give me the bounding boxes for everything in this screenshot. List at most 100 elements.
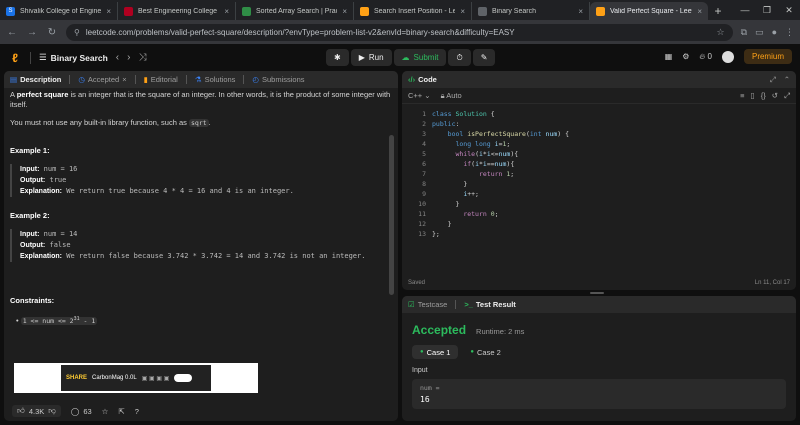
result-panel: ☑ Testcase >_ Test Result Accepted Runtime… [402,296,796,421]
premium-button[interactable]: Premium [743,49,792,64]
comments-button[interactable]: ◯ 63 [71,407,92,416]
case-2-button[interactable]: ● Case 2 [462,345,508,359]
browser-tab-title: Binary Search [492,7,536,15]
close-tab-icon[interactable]: × [460,7,465,16]
help-icon[interactable]: ? [135,407,139,416]
layout-icon[interactable]: ▦ [665,52,673,61]
play-icon: ▶ [358,53,365,62]
ad-name: CarbonMag 0.0L [92,375,137,381]
browser-tab-title: Search Insert Position - Le [374,7,456,15]
browser-tab[interactable]: Binary Search × [472,2,590,20]
description-tabs: ▤ Description ◷ Accepted × ▮ Editorial ⚗ Solu… [4,71,398,88]
forward-icon[interactable]: → [26,27,38,38]
line-number: 7 [422,170,426,178]
code-line[interactable]: i++; [432,189,479,199]
notes-button[interactable]: ✎ [472,49,496,66]
braces-icon[interactable]: {} [761,91,766,101]
fullscreen-icon[interactable]: ⤢ [784,91,790,101]
shuffle-icon[interactable]: ⤨ [138,52,146,63]
case-1-button[interactable]: ● Case 1 [412,345,459,359]
minimize-icon[interactable]: — [734,0,756,20]
settings-icon[interactable]: ⚙ [682,52,689,61]
auto-mode[interactable]: 🔒︎ Auto [441,91,462,101]
bookmark-icon[interactable]: ▯ [751,91,755,101]
close-tab-icon[interactable]: × [106,7,111,16]
code-line[interactable]: }; [432,229,440,239]
browser-tab[interactable]: Valid Perfect Square - Leet × [590,2,708,20]
fire-points[interactable]: 🔥︎ 0 [699,52,712,62]
back-icon[interactable]: ← [6,27,18,38]
code-editor[interactable]: 1 class Solution {2 public: 3 bool isPerfec… [402,109,796,279]
tab-testcase[interactable]: ☑ Testcase [408,300,447,309]
code-line[interactable]: long long i=1; [432,139,510,149]
browser-menu-icon[interactable]: ⋮ [785,27,794,38]
close-tab-icon[interactable]: × [697,7,702,16]
tab-submissions[interactable]: ◴ Submissions [252,75,304,84]
collapse-icon[interactable]: ⌃ [784,75,790,84]
submit-button[interactable]: ☁ Submit [393,49,447,66]
url-text: leetcode.com/problems/valid-perfect-squa… [85,27,515,37]
timer-button[interactable]: ⏱ [448,49,471,66]
tab-favicon-icon: S [6,6,15,16]
thumbs-down-icon[interactable]: 👎︎ [48,406,56,416]
code-line[interactable]: while(i*i<=num){ [432,149,518,159]
bug-icon: ✱ [334,53,341,62]
case-1-label: Case 1 [426,347,451,357]
description-scrollbar[interactable] [389,135,394,295]
expand-icon[interactable]: ⤢ [770,75,776,85]
code-line[interactable]: public: [432,119,459,129]
new-tab-icon[interactable]: + [708,2,728,20]
debug-button[interactable]: ✱ [326,49,349,66]
favorite-star-icon[interactable]: ☆ [102,407,109,416]
browser-tab[interactable]: Best Engineering College | × [118,2,236,20]
panel-resize-handle[interactable] [590,292,604,294]
avatar[interactable] [721,50,734,63]
tab-accepted[interactable]: ◷ Accepted × [78,75,126,84]
close-window-icon[interactable]: ✕ [778,0,800,20]
code-line[interactable]: bool isPerfectSquare(int num) { [432,129,569,139]
tab-solutions[interactable]: ⚗ Solutions [195,75,236,84]
sidebar-icon[interactable]: ▭ [755,27,764,38]
browser-tab[interactable]: Sorted Array Search | Prac × [236,2,354,20]
code-line[interactable]: return 0; [432,209,498,219]
maximize-icon[interactable]: ❐ [756,0,778,20]
code-tab[interactable]: ‹/› Code [408,75,437,84]
close-tab-icon[interactable]: × [578,7,583,16]
run-button[interactable]: ▶ Run [350,49,392,66]
browser-tab[interactable]: S Shivalik College of Enginee × [0,2,118,20]
browser-tab[interactable]: Search Insert Position - Le × [354,2,472,20]
bookmark-star-icon[interactable]: ☆ [717,27,725,38]
code-line[interactable]: class Solution { [432,109,495,119]
problem-list-button[interactable]: ☰ Binary Search [39,52,108,63]
code-line[interactable]: if(i*i==num){ [432,159,514,169]
close-tab-icon[interactable]: × [224,7,229,16]
next-problem-icon[interactable]: › [127,52,130,63]
language-select[interactable]: C++ ⌄ [408,91,431,100]
code-line[interactable]: } [432,199,459,209]
close-tab-icon[interactable]: × [122,75,126,84]
ad-banner[interactable]: SHARE CarbonMag 0.0L ▣ ▣ ▣ ▣ [14,363,258,393]
code-line[interactable]: } [432,179,467,189]
prev-problem-icon[interactable]: ‹ [116,52,119,63]
close-tab-icon[interactable]: × [342,7,347,16]
ad-product-icons: ▣ ▣ ▣ ▣ [141,375,170,382]
leetcode-logo-icon[interactable]: ℓ [8,51,22,65]
tab-editorial[interactable]: ▮ Editorial [144,75,178,84]
profile-icon[interactable]: ● [772,27,777,37]
tab-test-result[interactable]: >_ Test Result [464,300,515,309]
code-line[interactable]: } [432,219,452,229]
input-var-name: num = [420,384,440,392]
share-icon[interactable]: ⇱ [118,407,124,416]
tab-description[interactable]: ▤ Description [10,75,61,84]
example-title: Example 2: [10,211,50,220]
reload-icon[interactable]: ↻ [46,27,58,38]
result-body: Accepted Runtime: 2 ms ● Case 1 ● Case 2 I… [402,313,796,409]
constraints-title: Constraints: [10,296,55,305]
like-button[interactable]: 👍︎ 4.3K 👎︎ [12,405,61,417]
extensions-icon[interactable]: ⧉ [741,27,747,38]
site-info-icon[interactable]: ⚲ [74,28,80,37]
url-bar[interactable]: ⚲ leetcode.com/problems/valid-perfect-sq… [66,23,733,41]
format-icon[interactable]: ≡ [740,91,744,101]
reset-icon[interactable]: ↺ [772,91,778,101]
code-line[interactable]: return 1; [432,169,514,179]
